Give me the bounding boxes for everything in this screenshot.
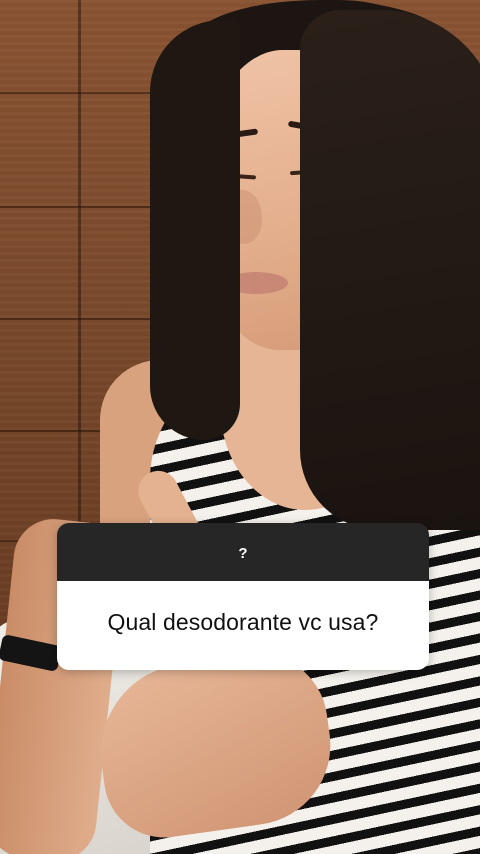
question-sticker[interactable]: ? Qual desodorante vc usa? [57, 523, 429, 670]
hair-front-left [150, 20, 240, 440]
question-mark-label: ? [238, 544, 248, 562]
question-sticker-header: ? [57, 523, 429, 581]
hair-front-right [300, 10, 480, 530]
question-sticker-body: Qual desodorante vc usa? [57, 581, 429, 670]
question-text: Qual desodorante vc usa? [107, 609, 379, 635]
story-frame[interactable]: ? Qual desodorante vc usa? [0, 0, 480, 854]
